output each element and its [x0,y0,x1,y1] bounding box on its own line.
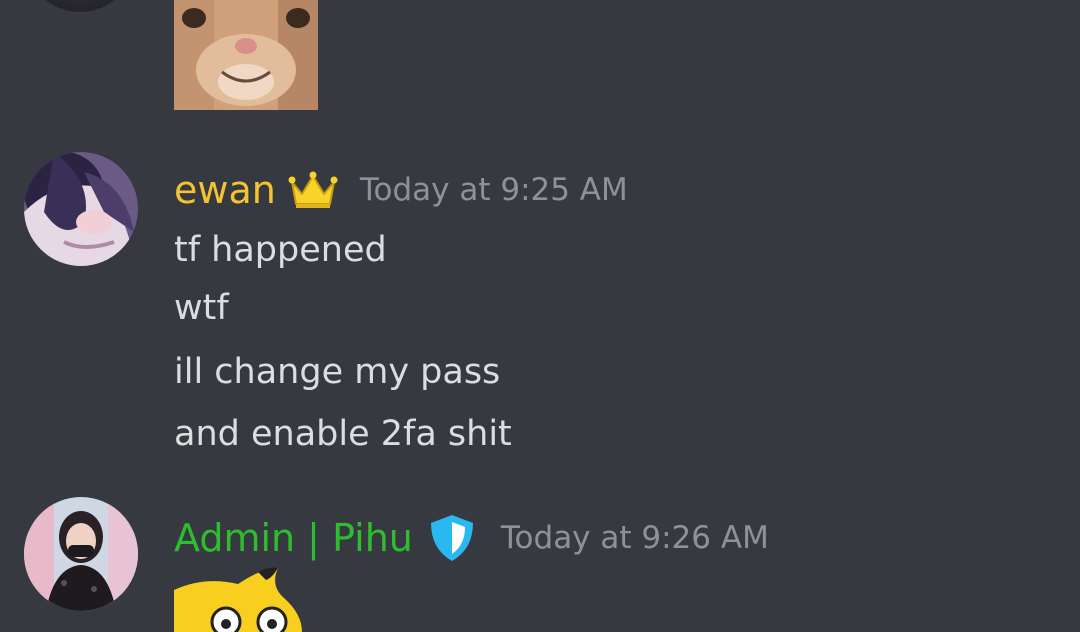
timestamp: Today at 9:26 AM [500,520,769,556]
avatar[interactable] [24,152,138,266]
timestamp: Today at 9:25 AM [359,172,628,208]
message-text: ill change my pass [174,352,501,392]
shield-icon [425,511,479,565]
username[interactable]: ewan [174,168,276,212]
message-text: wtf [174,288,229,328]
message-text: and enable 2fa shit [174,414,512,454]
pikachu-sticker[interactable] [174,566,304,632]
avatar[interactable] [24,0,136,12]
chat-messages: ewan Today at 9:25 AM tf happened wtf il… [0,0,1080,632]
cat-face-image[interactable] [174,0,318,110]
username[interactable]: Admin | Pihu [174,516,413,560]
message-text: tf happened [174,230,387,270]
avatar[interactable] [24,497,138,611]
message-header: ewan Today at 9:25 AM [174,168,628,212]
message-header: Admin | Pihu Today at 9:26 AM [174,511,769,565]
crown-icon [288,170,338,210]
